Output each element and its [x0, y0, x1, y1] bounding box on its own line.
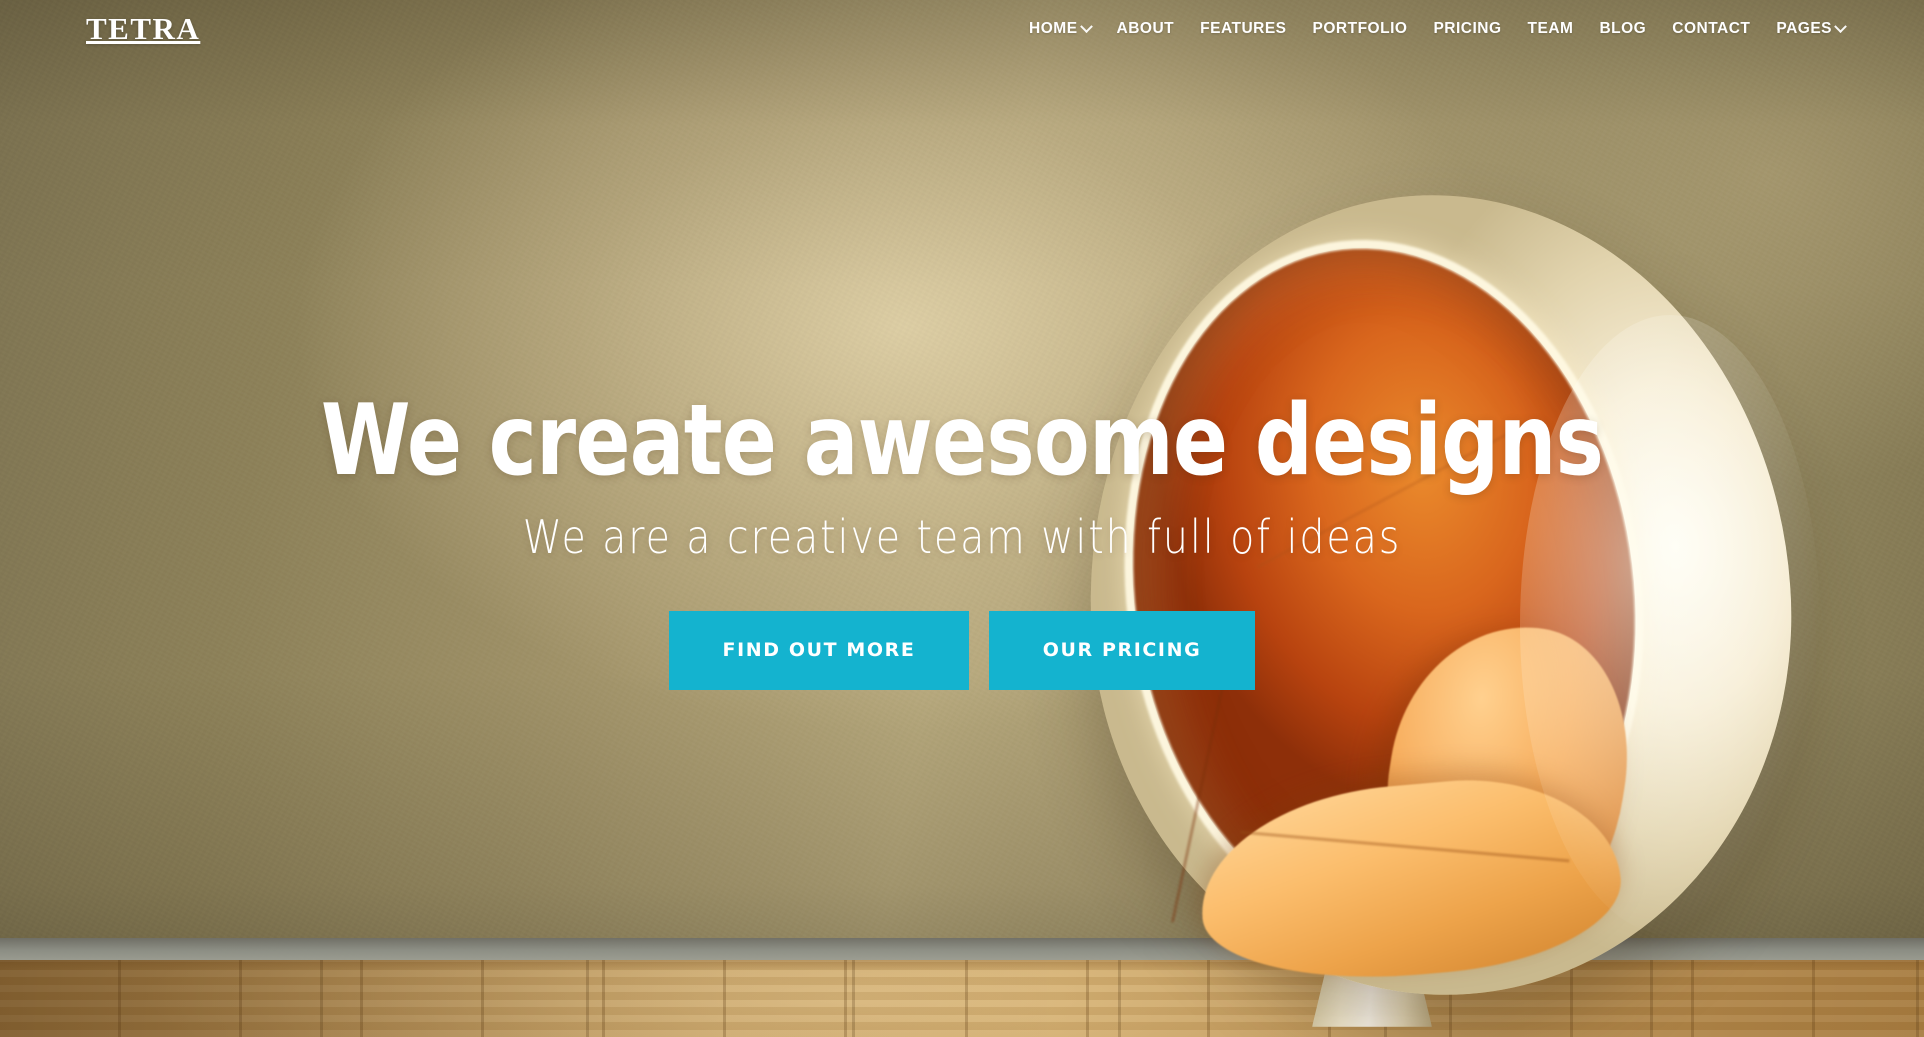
nav-label-pricing: PRICING [1433, 20, 1502, 37]
nav-item-about[interactable]: ABOUT [1104, 20, 1188, 38]
nav-label-portfolio: PORTFOLIO [1312, 20, 1408, 37]
hero-content: We create awesome designs We are a creat… [0, 384, 1924, 690]
our-pricing-button[interactable]: OUR PRICING [989, 610, 1255, 690]
nav-label-features: FEATURES [1200, 20, 1287, 37]
hero-title: We create awesome designs [320, 384, 1604, 498]
nav-label-contact: CONTACT [1672, 20, 1751, 37]
chevron-down-icon [1834, 19, 1847, 33]
nav-item-pages[interactable]: PAGES [1763, 19, 1858, 38]
hero-action-buttons: FIND OUT MORE OUR PRICING [0, 610, 1924, 690]
chevron-down-icon [1079, 19, 1093, 33]
hero-section: TETRA HOME ABOUT FEATURES PORTFOLIO PRIC… [0, 0, 1924, 1037]
nav-label-home: HOME [1029, 20, 1078, 37]
nav-item-pricing[interactable]: PRICING [1420, 20, 1514, 38]
site-header: TETRA HOME ABOUT FEATURES PORTFOLIO PRIC… [0, 0, 1924, 64]
nav-item-team[interactable]: TEAM [1515, 20, 1587, 38]
nav-label-about: ABOUT [1116, 20, 1175, 37]
nav-item-blog[interactable]: BLOG [1586, 20, 1659, 38]
nav-label-pages: PAGES [1776, 20, 1832, 37]
nav-item-portfolio[interactable]: PORTFOLIO [1300, 20, 1421, 38]
find-out-more-button[interactable]: FIND OUT MORE [669, 610, 969, 690]
hero-subtitle: We are a creative team with full of idea… [522, 509, 1402, 564]
brand-logo[interactable]: TETRA [86, 13, 200, 44]
nav-label-blog: BLOG [1599, 20, 1647, 37]
main-navigation: HOME ABOUT FEATURES PORTFOLIO PRICING TE… [1016, 19, 1858, 38]
nav-item-contact[interactable]: CONTACT [1659, 20, 1763, 38]
nav-label-team: TEAM [1527, 20, 1574, 37]
nav-item-features[interactable]: FEATURES [1187, 20, 1299, 38]
floor-shadow [0, 960, 1060, 1037]
nav-item-home[interactable]: HOME [1016, 19, 1104, 38]
